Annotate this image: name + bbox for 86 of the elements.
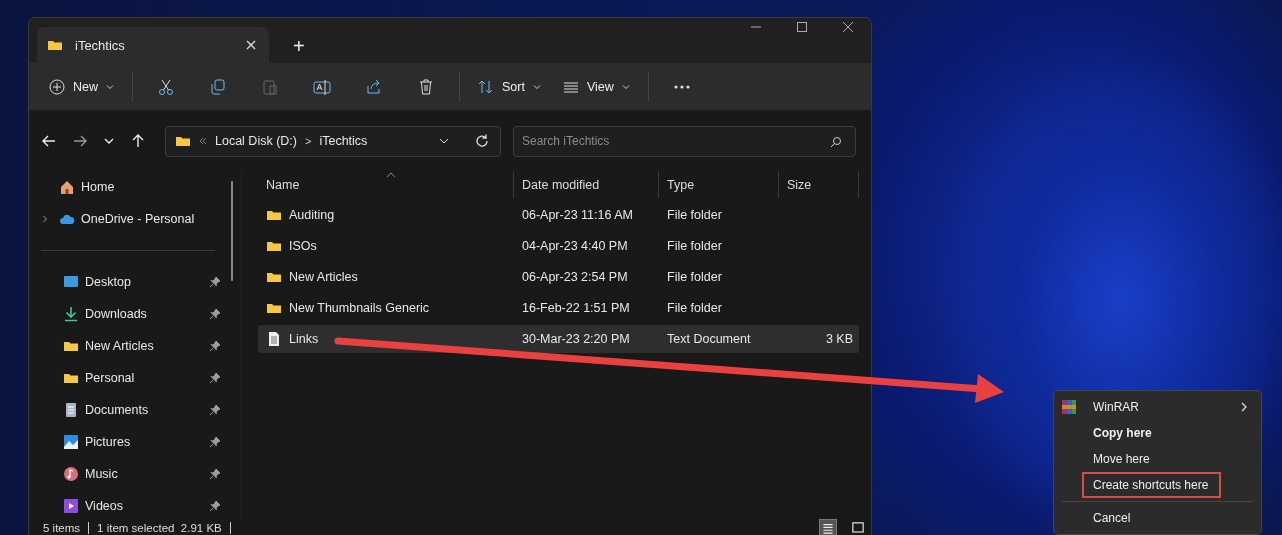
selection-info: 1 item selected 2.91 KB bbox=[97, 521, 222, 534]
column-header[interactable]: Name bbox=[258, 171, 514, 198]
search-field[interactable]: Search iTechtics bbox=[513, 125, 856, 157]
file-name: Links bbox=[289, 332, 319, 346]
desktop-icon bbox=[63, 274, 79, 290]
home-icon bbox=[59, 179, 75, 195]
sidebar-item[interactable]: Pictures bbox=[29, 426, 241, 458]
file-name: ISOs bbox=[289, 239, 317, 253]
size-cell: 3 KB bbox=[825, 332, 853, 346]
file-name: Auditing bbox=[289, 208, 335, 222]
text-file-icon bbox=[266, 331, 282, 347]
type-cell: File folder bbox=[667, 239, 722, 253]
breadcrumb[interactable]: Local Disk (D:) bbox=[215, 134, 297, 148]
menu-item[interactable]: Create shortcuts here bbox=[1082, 472, 1221, 498]
date-cell: 06-Apr-23 11:16 AM bbox=[522, 208, 633, 222]
chevron-down-icon bbox=[532, 82, 541, 91]
download-icon bbox=[63, 306, 79, 322]
date-cell: 30-Mar-23 2:20 PM bbox=[522, 332, 630, 346]
pin-icon[interactable] bbox=[209, 276, 221, 288]
sort-button[interactable]: Sort bbox=[470, 72, 549, 101]
item-count: 5 items bbox=[43, 521, 81, 534]
column-header[interactable]: Date modified bbox=[514, 171, 659, 198]
chevron-right-icon[interactable] bbox=[41, 215, 49, 223]
file-row[interactable]: New Thumbnails Generic 16-Feb-22 1:51 PM File folder bbox=[258, 294, 859, 322]
column-header[interactable]: Size bbox=[779, 171, 859, 198]
pin-icon[interactable] bbox=[209, 308, 221, 320]
file-row[interactable]: Auditing 06-Apr-23 11:16 AM File folder bbox=[258, 201, 859, 229]
window-tab[interactable]: iTechtics bbox=[37, 27, 269, 63]
menu-item[interactable]: Cancel bbox=[1082, 505, 1221, 531]
plus-circle-icon bbox=[49, 78, 65, 95]
new-tab-button[interactable]: + bbox=[287, 35, 311, 58]
archive-books-icon bbox=[1061, 399, 1077, 415]
maximize-icon[interactable] bbox=[796, 21, 808, 33]
tab-title: iTechtics bbox=[75, 37, 126, 53]
music-icon bbox=[63, 466, 79, 482]
double-chevron-icon bbox=[199, 137, 207, 145]
sidebar-item[interactable]: New Articles bbox=[29, 330, 241, 362]
sidebar-item[interactable]: Desktop bbox=[29, 266, 241, 298]
type-cell: File folder bbox=[667, 301, 722, 315]
address-bar[interactable]: Local Disk (D:) > iTechtics bbox=[165, 125, 501, 157]
sidebar-item[interactable]: Videos bbox=[29, 490, 241, 522]
sidebar-item[interactable]: Home bbox=[29, 171, 241, 203]
sidebar-item[interactable]: Music bbox=[29, 458, 241, 490]
sidebar-item[interactable]: Personal bbox=[29, 362, 241, 394]
file-name: New Thumbnails Generic bbox=[289, 301, 430, 315]
file-name: New Articles bbox=[289, 270, 358, 284]
menu-item[interactable]: Copy here bbox=[1082, 420, 1221, 446]
breadcrumb[interactable]: iTechtics bbox=[319, 134, 368, 148]
refresh-icon[interactable] bbox=[474, 133, 490, 149]
sidebar-item[interactable]: Documents bbox=[29, 394, 241, 426]
menu-item[interactable]: WinRAR bbox=[1082, 394, 1221, 420]
date-cell: 16-Feb-22 1:51 PM bbox=[522, 301, 630, 315]
date-cell: 04-Apr-23 4:40 PM bbox=[522, 239, 628, 253]
menu-item[interactable]: Move here bbox=[1082, 446, 1221, 472]
type-cell: File folder bbox=[667, 208, 722, 222]
details-view-icon[interactable] bbox=[819, 518, 837, 535]
sidebar-item[interactable]: Downloads bbox=[29, 298, 241, 330]
chevron-down-icon bbox=[106, 82, 114, 91]
date-cell: 06-Apr-23 2:54 PM bbox=[522, 270, 628, 284]
video-icon bbox=[63, 498, 79, 514]
forward-icon[interactable] bbox=[72, 133, 88, 149]
type-cell: Text Document bbox=[667, 332, 751, 346]
scrollbar[interactable] bbox=[231, 181, 233, 281]
file-row[interactable]: Links 30-Mar-23 2:20 PM Text Document 3 KB bbox=[258, 325, 859, 353]
document-icon bbox=[63, 402, 79, 418]
pin-icon[interactable] bbox=[209, 500, 221, 512]
view-button[interactable]: View bbox=[554, 72, 638, 101]
file-row[interactable]: New Articles 06-Apr-23 2:54 PM File folder bbox=[258, 263, 859, 291]
sidebar-item[interactable]: OneDrive - Personal bbox=[29, 203, 241, 235]
type-cell: File folder bbox=[667, 270, 722, 284]
pin-icon[interactable] bbox=[209, 340, 221, 352]
pin-icon[interactable] bbox=[209, 372, 221, 384]
chevron-down-icon bbox=[621, 82, 630, 91]
up-icon[interactable] bbox=[130, 133, 146, 149]
close-icon[interactable] bbox=[842, 21, 854, 33]
file-row[interactable]: ISOs 04-Apr-23 4:40 PM File folder bbox=[258, 232, 859, 260]
sort-icon bbox=[478, 78, 494, 95]
pin-icon[interactable] bbox=[209, 436, 221, 448]
new-button[interactable]: New bbox=[41, 72, 122, 101]
pin-icon[interactable] bbox=[209, 468, 221, 480]
picture-icon bbox=[63, 434, 79, 450]
column-header[interactable]: Type bbox=[659, 171, 779, 198]
back-icon[interactable] bbox=[41, 133, 57, 149]
search-icon bbox=[830, 135, 842, 148]
pin-icon[interactable] bbox=[209, 404, 221, 416]
breadcrumb-separator: > bbox=[304, 135, 312, 147]
